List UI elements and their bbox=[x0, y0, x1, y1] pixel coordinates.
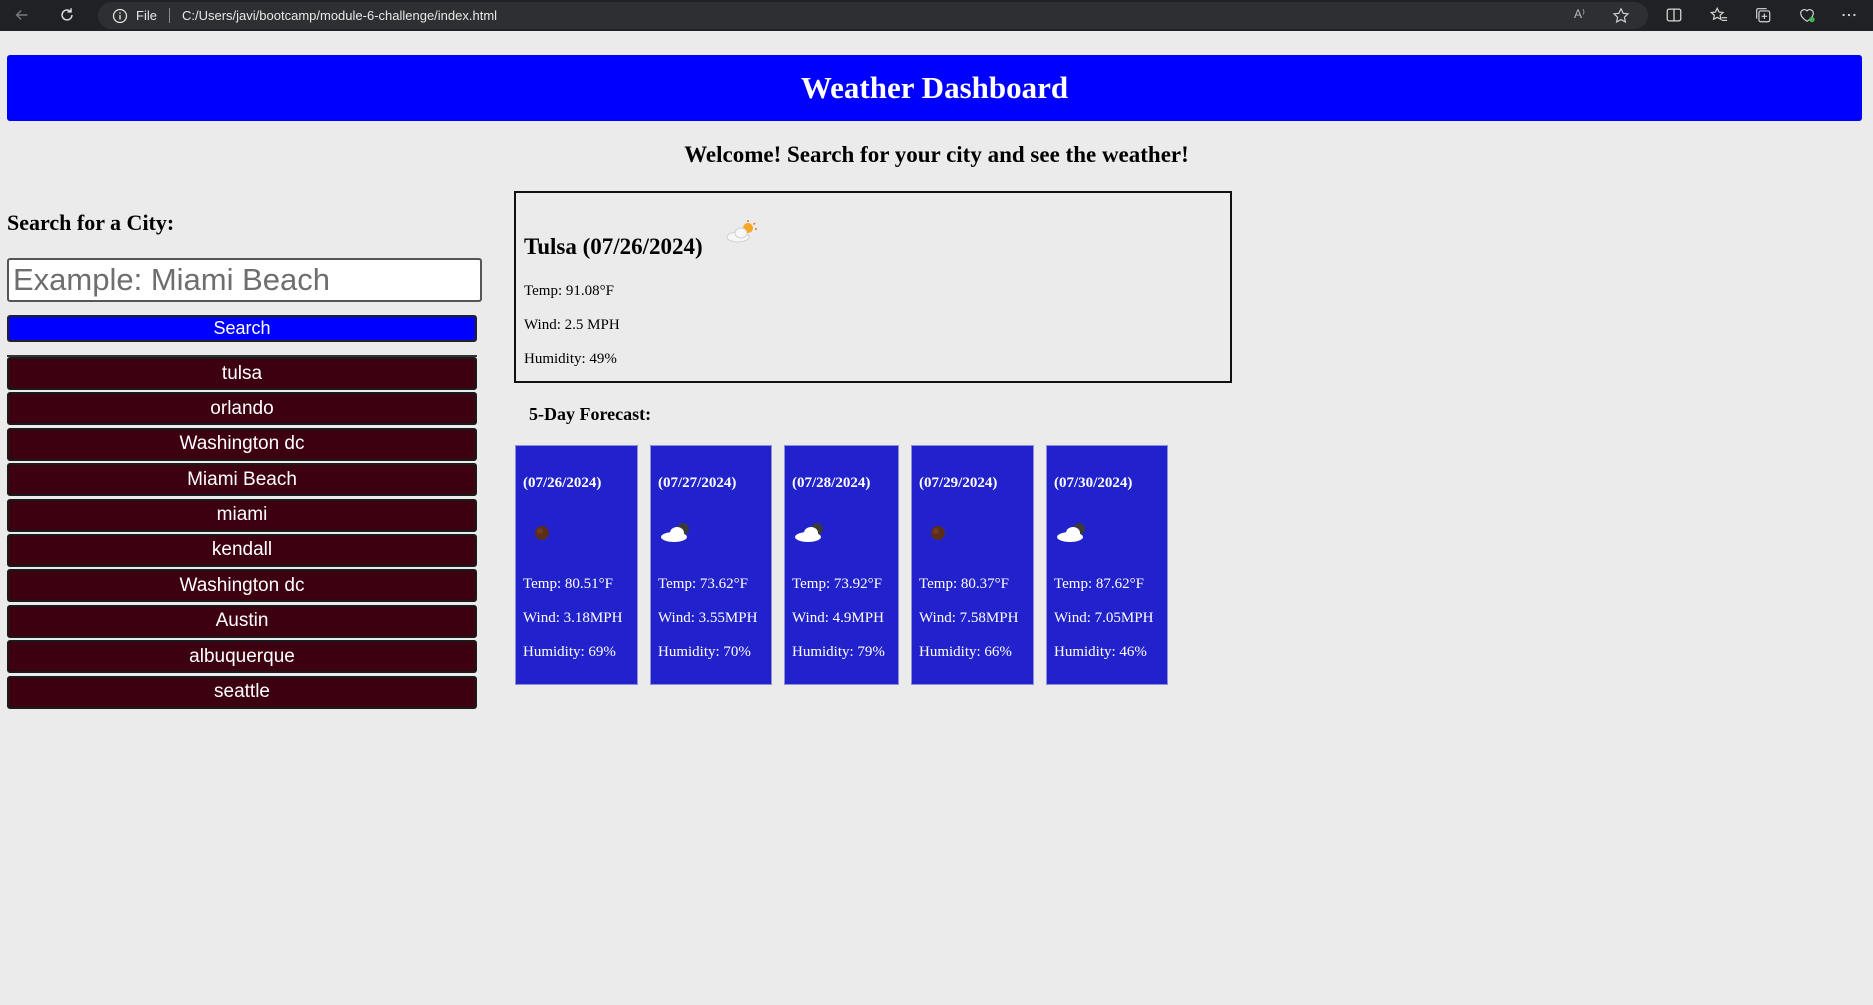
browser-toolbar: File C:/Users/javi/bootcamp/module-6-cha… bbox=[0, 0, 1873, 31]
few-clouds-day-icon bbox=[726, 220, 757, 243]
forecast-humidity: Humidity: 69% bbox=[523, 644, 616, 660]
history-button[interactable]: orlando bbox=[7, 392, 477, 426]
current-humidity: Humidity: 49% bbox=[524, 351, 617, 367]
forecast-card: (07/26/2024) Temp: 80.51°F Wind: 3.18MPH… bbox=[515, 445, 638, 685]
history-button[interactable]: albuquerque bbox=[7, 640, 477, 674]
forecast-card: (07/28/2024) Temp: 73.92°F Wind: 4.9MPH … bbox=[784, 445, 899, 685]
few-clouds-night-icon bbox=[795, 523, 823, 542]
current-city-title: Tulsa (07/26/2024) bbox=[524, 234, 703, 259]
forecast-heading: 5-Day Forecast: bbox=[529, 404, 652, 424]
forecast-wind: Wind: 3.55MPH bbox=[658, 610, 758, 626]
forecast-humidity: Humidity: 79% bbox=[792, 644, 885, 660]
browser-essentials-icon[interactable] bbox=[1798, 6, 1816, 24]
forecast-date: (07/29/2024) bbox=[919, 475, 998, 491]
forecast-wind: Wind: 3.18MPH bbox=[523, 610, 623, 626]
forecast-card: (07/27/2024) Temp: 73.62°F Wind: 3.55MPH… bbox=[650, 445, 772, 685]
history-button[interactable]: Miami Beach bbox=[7, 463, 477, 497]
collections-icon[interactable] bbox=[1754, 6, 1772, 24]
forecast-date: (07/26/2024) bbox=[523, 475, 602, 491]
info-icon[interactable] bbox=[112, 8, 128, 24]
clear-night-icon bbox=[535, 526, 549, 540]
page-title: Weather Dashboard bbox=[800, 70, 1069, 105]
back-icon[interactable] bbox=[10, 3, 34, 27]
forecast-temp: Temp: 73.92°F bbox=[792, 576, 882, 592]
address-bar[interactable]: File C:/Users/javi/bootcamp/module-6-cha… bbox=[98, 2, 1648, 29]
forecast-wind: Wind: 4.9MPH bbox=[792, 610, 884, 626]
current-wind: Wind: 2.5 MPH bbox=[524, 317, 620, 333]
forecast-temp: Temp: 87.62°F bbox=[1054, 576, 1144, 592]
page-header: Weather Dashboard bbox=[7, 55, 1862, 121]
history-button[interactable]: miami bbox=[7, 498, 477, 532]
forecast-card: (07/29/2024) Temp: 80.37°F Wind: 7.58MPH… bbox=[911, 445, 1034, 685]
clear-night-icon bbox=[931, 526, 945, 540]
forecast-wind: Wind: 7.58MPH bbox=[919, 610, 1019, 626]
history-button[interactable]: tulsa bbox=[7, 357, 477, 390]
favorites-icon[interactable] bbox=[1709, 6, 1728, 24]
history-button[interactable]: kendall bbox=[7, 533, 477, 567]
welcome-message: Welcome! Search for your city and see th… bbox=[684, 142, 1189, 167]
forecast-date: (07/27/2024) bbox=[658, 475, 737, 491]
history-button[interactable]: Washington dc bbox=[7, 427, 477, 461]
more-options-icon[interactable] bbox=[1840, 6, 1858, 24]
favorite-star-icon[interactable] bbox=[1612, 7, 1630, 25]
forecast-humidity: Humidity: 46% bbox=[1054, 644, 1147, 660]
few-clouds-night-icon bbox=[661, 523, 689, 542]
forecast-card: (07/30/2024) Temp: 87.62°F Wind: 7.05MPH… bbox=[1046, 445, 1168, 685]
history-button[interactable]: Washington dc bbox=[7, 569, 477, 603]
current-temp: Temp: 91.08°F bbox=[524, 283, 614, 299]
forecast-date: (07/28/2024) bbox=[792, 475, 871, 491]
forecast-wind: Wind: 7.05MPH bbox=[1054, 610, 1154, 626]
forecast-temp: Temp: 80.37°F bbox=[919, 576, 1009, 592]
history-button[interactable]: Austin bbox=[7, 604, 477, 638]
few-clouds-night-icon bbox=[1057, 523, 1085, 542]
city-search-input[interactable] bbox=[7, 258, 482, 302]
refresh-icon[interactable] bbox=[55, 3, 79, 27]
url-text[interactable]: C:/Users/javi/bootcamp/module-6-challeng… bbox=[182, 8, 497, 23]
split-screen-icon[interactable] bbox=[1665, 6, 1683, 24]
forecast-humidity: Humidity: 70% bbox=[658, 644, 751, 660]
current-weather-card: Tulsa (07/26/2024) Temp: 91.08°F Wind: 2… bbox=[514, 191, 1232, 383]
search-history-list: tulsa orlando Washington dc Miami Beach … bbox=[7, 357, 477, 711]
history-button[interactable]: seattle bbox=[7, 675, 477, 709]
forecast-temp: Temp: 73.62°F bbox=[658, 576, 748, 592]
forecast-temp: Temp: 80.51°F bbox=[523, 576, 613, 592]
forecast-humidity: Humidity: 66% bbox=[919, 644, 1012, 660]
forecast-date: (07/30/2024) bbox=[1054, 475, 1133, 491]
address-separator bbox=[169, 8, 170, 23]
read-aloud-icon[interactable]: A⁾ bbox=[1574, 7, 1594, 25]
file-label: File bbox=[136, 8, 157, 23]
search-heading: Search for a City: bbox=[7, 210, 175, 235]
search-button[interactable]: Search bbox=[7, 315, 477, 342]
